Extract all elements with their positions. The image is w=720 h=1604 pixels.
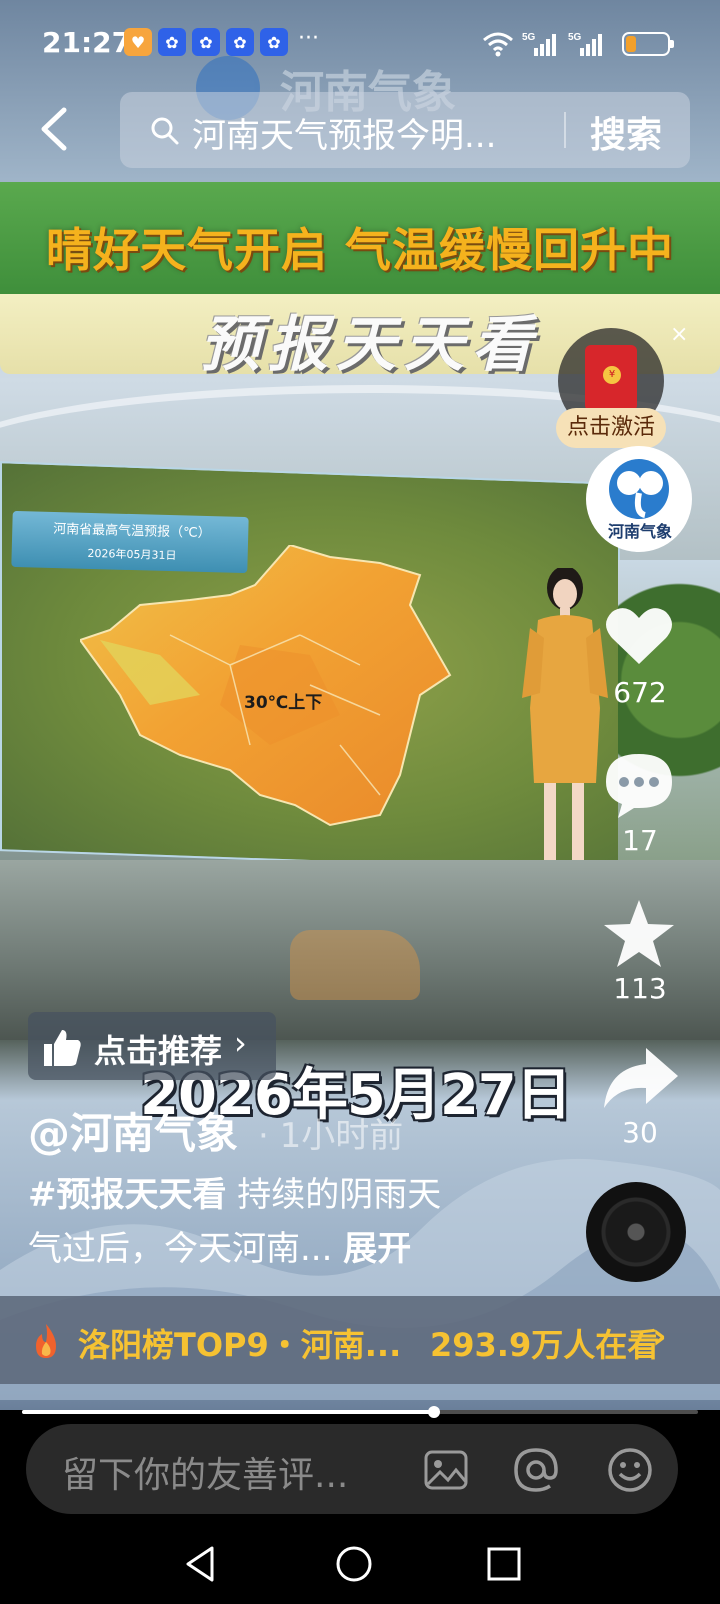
playback-progress-fill (22, 1410, 435, 1414)
coin-seal-icon: ¥ (603, 366, 621, 384)
emoji-icon[interactable] (606, 1446, 654, 1494)
temperature-label: 30℃上下 (244, 693, 323, 713)
description-text: 持续的阴雨天 (226, 1175, 442, 1215)
avatar-label: 河南气象 (607, 522, 672, 541)
headline-text: 晴好天气开启 气温缓慢回升中 (45, 223, 674, 277)
activate-button[interactable]: 点击激活 (556, 408, 666, 448)
playback-progress-bar[interactable] (22, 1406, 698, 1418)
app-notification-icon: ✿ (192, 28, 220, 56)
recommend-label: 点击推荐 (94, 1032, 223, 1070)
playback-progress-knob[interactable] (428, 1406, 441, 1418)
app-notification-icon: ✿ (226, 28, 254, 56)
app-notification-icon: ✿ (158, 28, 186, 56)
at-mention-icon[interactable] (512, 1446, 560, 1494)
close-icon[interactable]: × (670, 322, 688, 347)
comment-input[interactable]: 留下你的友善评... (62, 1446, 348, 1498)
hashtag-link[interactable]: #预报天天看 (28, 1175, 227, 1215)
app-notification-icon: ✿ (260, 28, 288, 56)
svg-text:5G: 5G (568, 32, 582, 43)
nav-back-icon[interactable] (182, 1544, 222, 1584)
nav-home-icon[interactable] (334, 1544, 374, 1584)
status-time: 21:27 (42, 26, 132, 59)
chevron-right-icon: › (234, 1024, 247, 1062)
music-disc-icon[interactable] (586, 1182, 686, 1282)
search-divider (564, 112, 566, 148)
svg-text:5G: 5G (522, 32, 536, 43)
hot-list-title: 洛阳榜TOP9・河南... (78, 1326, 402, 1364)
comment-count: 17 (622, 824, 658, 857)
favorite-count: 113 (613, 972, 667, 1005)
comment-icon[interactable] (604, 752, 674, 818)
thumbs-up-icon (44, 1030, 81, 1066)
chevron-right-icon: › (652, 1316, 667, 1357)
post-time: · 1小时前 (258, 1116, 404, 1156)
map-reflection (290, 930, 420, 1000)
more-notifications-icon: ··· (298, 26, 319, 51)
share-count: 30 (622, 1116, 658, 1149)
expand-button[interactable]: 展开 (343, 1229, 411, 1269)
star-icon[interactable] (602, 898, 676, 970)
battery-icon (622, 32, 674, 56)
back-arrow-icon[interactable] (32, 104, 82, 154)
signal-5g-icon: 5G (568, 32, 602, 56)
like-count: 672 (613, 676, 667, 709)
search-input[interactable]: 河南天气预报今明... (192, 108, 496, 157)
nav-recents-icon[interactable] (484, 1544, 524, 1584)
battery-level (626, 36, 636, 52)
description-text: 气过后，今天河南... (28, 1229, 333, 1269)
heart-icon[interactable] (604, 604, 674, 668)
signal-5g-icon: 5G (522, 32, 556, 56)
fire-icon (36, 1324, 56, 1358)
heart-app-icon: ♥ (124, 28, 152, 56)
search-button[interactable]: 搜索 (590, 106, 662, 158)
wifi-icon (483, 32, 513, 57)
status-indicators: 5G 5G (482, 30, 674, 58)
notification-icons: ♥ ✿ ✿ ✿ ✿ ··· (124, 28, 319, 56)
search-icon (151, 117, 179, 145)
author-name[interactable]: @河南气象 (28, 1100, 238, 1161)
video-description: #预报天天看 持续的阴雨天 气过后，今天河南... 展开 (28, 1168, 488, 1276)
viewer-count: 293.9万人在看 (430, 1326, 660, 1364)
image-icon[interactable] (422, 1446, 470, 1494)
share-arrow-icon[interactable] (600, 1046, 680, 1112)
weather-presenter (522, 568, 608, 883)
